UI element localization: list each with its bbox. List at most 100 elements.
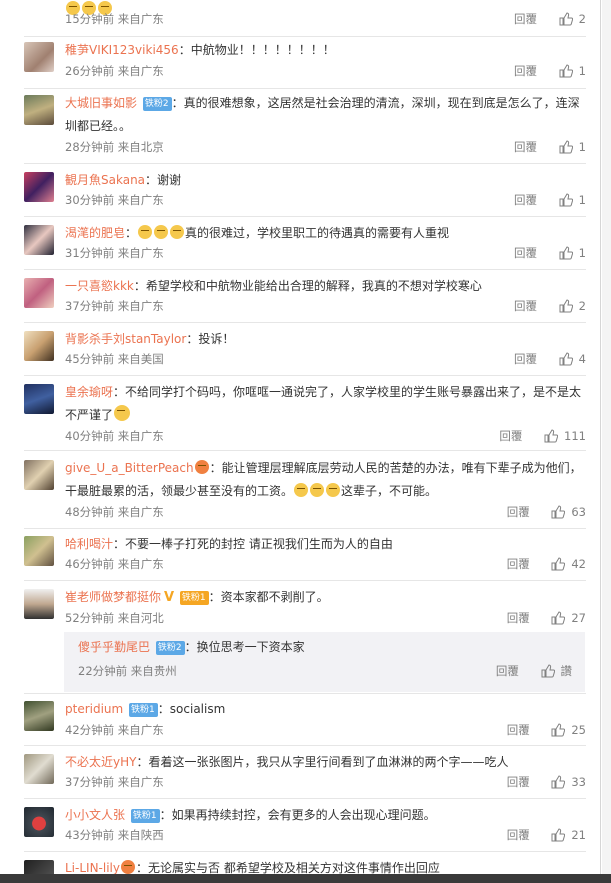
like-button[interactable]: 33 [551, 773, 586, 791]
comment-meta: 45分钟前 来自美国 [65, 350, 164, 368]
like-button[interactable]: 1 [559, 244, 586, 262]
thumbs-up-icon [551, 557, 566, 571]
thumbs-up-icon [559, 299, 573, 313]
like-button[interactable]: 63 [551, 503, 586, 521]
reply-button[interactable]: 回覆 [507, 503, 530, 521]
avatar[interactable] [24, 460, 54, 490]
like-button[interactable]: 111 [544, 427, 586, 445]
like-button[interactable]: 1 [559, 191, 586, 209]
avatar[interactable] [24, 754, 54, 784]
avatar[interactable] [24, 384, 54, 414]
like-count: 4 [578, 352, 586, 366]
fan-badge: 铁粉1 [129, 703, 158, 717]
scrollbar[interactable] [602, 0, 611, 883]
comment-content: 资本家都不剥削了。 [220, 590, 329, 604]
comment-item: 渴滗的肥皂： 真的很难过，学校里职工的待遇真的需要有人重视 31分钟前 来自广东 … [24, 225, 586, 270]
avatar[interactable] [24, 701, 54, 731]
username-link[interactable]: Li-LIN-lily [65, 861, 120, 874]
avatar[interactable] [24, 331, 54, 361]
comment-content: 谢谢 [157, 173, 182, 187]
avatar[interactable] [24, 42, 54, 72]
username-link[interactable]: 稚芛VIKI123viki456 [65, 43, 179, 57]
avatar[interactable] [24, 95, 54, 125]
comment-time: 46分钟前 [65, 557, 115, 571]
sub-reply-meta: 22分钟前 来自贵州 [78, 662, 177, 680]
like-count: 63 [571, 505, 586, 519]
thumbs-up-icon [559, 246, 573, 260]
username-link[interactable]: 小小文人张 [65, 808, 125, 822]
comment-meta: 28分钟前 来自北京 [65, 138, 164, 156]
avatar[interactable] [24, 225, 54, 255]
username-link[interactable]: 哈利喝汁 [65, 537, 113, 551]
comment-meta: 43分钟前 来自陕西 [65, 826, 164, 844]
comment-location: 来自广东 [117, 12, 164, 26]
username-link[interactable]: 大城旧事如影 [65, 96, 137, 110]
username-link[interactable]: 一只喜慾kkk [65, 279, 134, 293]
like-label: 讚 [560, 664, 573, 678]
comment-time: 48分钟前 [65, 505, 115, 519]
username-link[interactable]: pteridium [65, 702, 123, 716]
reply-button[interactable]: 回覆 [514, 191, 537, 209]
reply-button[interactable]: 回覆 [499, 427, 522, 445]
like-button[interactable]: 2 [559, 297, 586, 315]
comment-text: 哈利喝汁：不要一棒子打死的封控 请正视我们生而为人的自由 [65, 537, 393, 551]
reply-button[interactable]: 回覆 [514, 10, 537, 28]
comment-location: 来自广东 [117, 775, 164, 789]
username-link[interactable]: 背影杀手刘stanTaylor [65, 332, 186, 346]
reply-button[interactable]: 回覆 [507, 555, 530, 573]
username-link[interactable]: 不必太近yHY [65, 755, 136, 769]
comment-item: give_U_a_BitterPeach ：能让管理层理解底层劳动人民的苦楚的办法… [24, 460, 586, 529]
comment-item: 小小文人张 铁粉1 ：如果再持续封控，会有更多的人会出现心理问题。 43分钟前 来… [24, 807, 586, 852]
comment-location: 来自贵州 [130, 664, 177, 678]
avatar[interactable] [24, 536, 54, 566]
fan-badge: 铁粉1 [179, 591, 209, 605]
like-button[interactable]: 1 [559, 62, 586, 80]
comment-location: 来自广东 [117, 64, 164, 78]
reply-button[interactable]: 回覆 [507, 826, 530, 844]
reply-button[interactable]: 回覆 [514, 350, 537, 368]
reply-button[interactable]: 回覆 [514, 62, 537, 80]
comment-location: 来自广东 [117, 193, 164, 207]
like-button[interactable]: 2 [559, 10, 586, 28]
reply-button[interactable]: 回覆 [507, 721, 530, 739]
like-button[interactable]: 4 [559, 350, 586, 368]
comment-location: 来自广东 [117, 723, 164, 737]
thumbs-up-icon [559, 193, 573, 207]
like-count: 42 [571, 557, 586, 571]
comment-content: 投诉！ [198, 332, 235, 346]
like-button[interactable]: 42 [551, 555, 586, 573]
username-link[interactable]: give_U_a_BitterPeach [65, 461, 194, 475]
username-link[interactable]: 崔老师做梦都挺你 [65, 590, 161, 604]
reply-button[interactable]: 回覆 [507, 773, 530, 791]
like-button[interactable]: 27 [551, 609, 586, 627]
avatar[interactable] [24, 278, 54, 308]
comment-feed: 15分钟前 来自广东 回覆 2 稚芛VIKI123viki456：中航物业！！！… [0, 0, 611, 883]
avatar[interactable] [24, 172, 54, 202]
comment-time: 28分钟前 [65, 140, 115, 154]
verified-icon: V [164, 590, 175, 605]
comment-meta: 48分钟前 来自广东 [65, 503, 164, 521]
comment-time: 37分钟前 [65, 775, 115, 789]
thumbs-up-icon [551, 723, 566, 737]
comment-text: give_U_a_BitterPeach ：能让管理层理解底层劳动人民的苦楚的办法… [65, 460, 582, 498]
comment-item: 不必太近yHY：看着这一张张图片，我只从字里行间看到了血淋淋的两个字——吃人 3… [24, 754, 586, 799]
comment-content-tail: 这辈子，不可能。 [341, 484, 438, 498]
like-button[interactable]: 21 [551, 826, 586, 844]
comment-content: 不要一棒子打死的封控 请正视我们生而为人的自由 [125, 537, 393, 551]
avatar[interactable] [24, 807, 54, 837]
reply-button[interactable]: 回覆 [514, 138, 537, 156]
username-link[interactable]: 渴滗的肥皂 [65, 226, 125, 240]
like-button[interactable]: 讚 [541, 664, 573, 678]
reply-button[interactable]: 回覆 [496, 664, 519, 678]
avatar[interactable] [24, 860, 54, 874]
like-button[interactable]: 25 [551, 721, 586, 739]
comment-time: 52分钟前 [65, 611, 115, 625]
username-link[interactable]: 皇余瑜呀 [65, 385, 113, 399]
reply-button[interactable]: 回覆 [507, 609, 530, 627]
reply-button[interactable]: 回覆 [514, 244, 537, 262]
avatar[interactable] [24, 589, 54, 619]
username-link[interactable]: 傻乎乎勤尾巴 [78, 640, 150, 654]
username-link[interactable]: 観月魚Sakana [65, 173, 145, 187]
reply-button[interactable]: 回覆 [514, 297, 537, 315]
like-button[interactable]: 1 [559, 138, 586, 156]
